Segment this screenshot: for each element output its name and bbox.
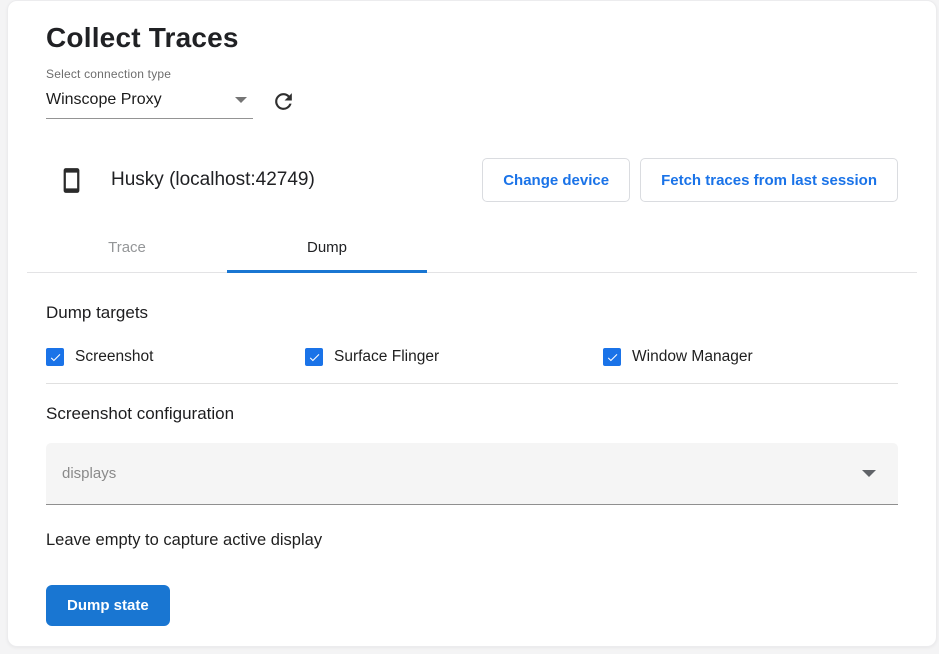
screenshot-config-section: Screenshot configuration displays Leave … — [46, 404, 898, 626]
checkbox-label-screenshot: Screenshot — [75, 348, 153, 366]
displays-hint: Leave empty to capture active display — [46, 531, 898, 550]
checkbox-surface-flinger[interactable]: Surface Flinger — [305, 348, 603, 366]
dump-targets-heading: Dump targets — [46, 303, 898, 323]
page-title: Collect Traces — [46, 21, 898, 55]
checkbox-check-icon — [603, 348, 621, 366]
screenshot-config-heading: Screenshot configuration — [46, 404, 898, 424]
chevron-down-icon — [235, 97, 247, 103]
connection-type-select[interactable]: Winscope Proxy — [46, 89, 253, 119]
active-tab-indicator — [227, 270, 427, 273]
dump-targets-row: Screenshot Surface Flinger Window Manage… — [46, 348, 898, 384]
checkbox-window-manager[interactable]: Window Manager — [603, 348, 898, 366]
smartphone-icon — [58, 162, 85, 199]
tab-dump[interactable]: Dump — [227, 222, 427, 272]
tab-trace[interactable]: Trace — [27, 222, 227, 272]
connection-select-row: Winscope Proxy — [46, 85, 898, 123]
refresh-connection-button[interactable] — [267, 85, 299, 117]
checkbox-label-window-manager: Window Manager — [632, 348, 753, 366]
checkbox-screenshot[interactable]: Screenshot — [46, 348, 305, 366]
refresh-icon — [271, 89, 296, 114]
checkbox-check-icon — [305, 348, 323, 366]
dropdown-arrow-icon — [862, 470, 876, 477]
tab-strip: Trace Dump — [27, 222, 917, 273]
change-device-button[interactable]: Change device — [482, 158, 630, 202]
collect-traces-card: Collect Traces Select connection type Wi… — [7, 0, 937, 647]
header: Collect Traces Select connection type Wi… — [8, 1, 936, 123]
tab-trace-label: Trace — [108, 239, 146, 256]
displays-placeholder: displays — [62, 465, 116, 482]
connection-type-label: Select connection type — [46, 67, 898, 81]
dump-targets-section: Dump targets Screenshot Surface Flinger … — [46, 303, 898, 384]
connection-type-value: Winscope Proxy — [46, 91, 162, 109]
device-row: Husky (localhost:42749) Change device Fe… — [46, 157, 898, 203]
device-name: Husky (localhost:42749) — [111, 169, 472, 191]
fetch-traces-button[interactable]: Fetch traces from last session — [640, 158, 898, 202]
dump-state-button[interactable]: Dump state — [46, 585, 170, 626]
checkbox-check-icon — [46, 348, 64, 366]
displays-select[interactable]: displays — [46, 443, 898, 505]
checkbox-label-surface-flinger: Surface Flinger — [334, 348, 439, 366]
tab-dump-label: Dump — [307, 239, 347, 256]
